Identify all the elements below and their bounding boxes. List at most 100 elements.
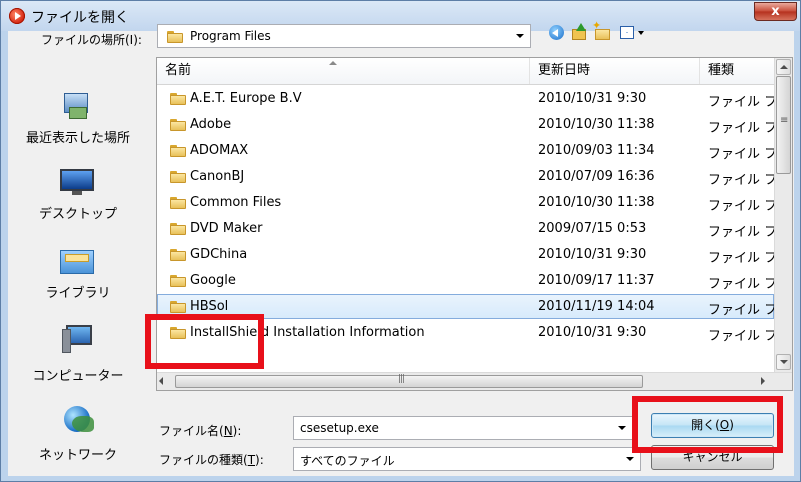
file-type: ファイル フ — [708, 329, 774, 344]
folder-icon — [170, 326, 186, 339]
computer-icon — [60, 323, 94, 357]
file-type: ファイル フ — [708, 199, 774, 214]
folder-icon — [170, 118, 186, 131]
chevron-down-icon — [516, 34, 524, 38]
place-network[interactable]: ネットワーク — [8, 392, 148, 472]
close-button[interactable]: x — [754, 2, 797, 21]
file-name-label: ファイル名(N): — [159, 424, 242, 438]
file-date: 2010/11/19 14:04 — [538, 299, 655, 314]
file-row[interactable]: InstallShield Installation Information 2… — [157, 320, 774, 345]
places-bar: 最近表示した場所 デスクトップ ライブラリ コンピューター ネットワーク — [8, 75, 148, 465]
chevron-down-icon — [626, 457, 634, 461]
folder-icon — [167, 30, 183, 43]
up-folder-icon[interactable] — [570, 23, 590, 43]
file-name: InstallShield Installation Information — [190, 325, 425, 340]
look-in-dropdown[interactable]: Program Files — [157, 24, 531, 48]
folder-icon — [170, 92, 186, 105]
open-button[interactable]: 開く(O) — [651, 413, 774, 438]
app-icon — [9, 8, 25, 24]
sort-ascending-icon — [329, 61, 337, 65]
vertical-scrollbar[interactable] — [774, 58, 792, 372]
file-type-label: ファイルの種類(T): — [159, 453, 264, 467]
file-date: 2010/10/31 9:30 — [538, 91, 647, 106]
place-recent[interactable]: 最近表示した場所 — [8, 75, 148, 155]
recent-places-icon — [60, 89, 94, 123]
scroll-right-icon[interactable] — [761, 377, 765, 385]
libraries-icon — [60, 244, 94, 278]
view-menu-icon[interactable] — [618, 23, 648, 43]
place-libraries[interactable]: ライブラリ — [8, 230, 148, 310]
column-header-bar: 名前 更新日時 種類 — [157, 58, 774, 85]
file-name: A.E.T. Europe B.V — [190, 91, 302, 106]
file-date: 2010/10/30 11:38 — [538, 117, 655, 132]
file-date: 2010/10/31 9:30 — [538, 247, 647, 262]
file-name-value: csesetup.exe — [300, 421, 379, 435]
file-type-select[interactable]: すべてのファイル — [293, 447, 641, 471]
file-date: 2010/10/31 9:30 — [538, 325, 647, 340]
file-row[interactable]: DVD Maker 2009/07/15 0:53 ファイル フ — [157, 216, 774, 241]
place-computer[interactable]: コンピューター — [8, 313, 148, 393]
file-name-input[interactable]: csesetup.exe — [293, 416, 633, 440]
chevron-down-icon[interactable] — [618, 426, 626, 430]
file-type: ファイル フ — [708, 277, 774, 292]
vertical-scroll-thumb[interactable] — [776, 76, 791, 174]
look-in-label: ファイルの場所(I): — [41, 33, 142, 47]
file-type: ファイル フ — [708, 303, 774, 318]
folder-icon — [170, 274, 186, 287]
cancel-button[interactable]: キャンセル — [651, 445, 774, 470]
file-row[interactable]: A.E.T. Europe B.V 2010/10/31 9:30 ファイル フ — [157, 86, 774, 111]
column-date-label: 更新日時 — [538, 63, 591, 78]
column-header-type[interactable]: 種類 — [700, 58, 774, 84]
file-row[interactable]: Common Files 2010/10/30 11:38 ファイル フ — [157, 190, 774, 215]
file-name: HBSol — [190, 299, 229, 314]
file-row[interactable]: Adobe 2010/10/30 11:38 ファイル フ — [157, 112, 774, 137]
back-icon[interactable] — [547, 23, 567, 43]
file-type-value: すべてのファイル — [300, 454, 395, 468]
column-type-label: 種類 — [708, 63, 735, 78]
file-name: CanonBJ — [190, 169, 245, 184]
file-name: ADOMAX — [190, 143, 249, 158]
folder-icon — [170, 222, 186, 235]
scroll-up-icon[interactable] — [776, 59, 791, 75]
file-date: 2010/09/03 11:34 — [538, 143, 655, 158]
column-header-name[interactable]: 名前 — [157, 58, 530, 84]
window-title: ファイルを開く — [31, 10, 129, 26]
file-name: DVD Maker — [190, 221, 263, 236]
column-name-label: 名前 — [165, 63, 192, 78]
horizontal-scroll-thumb[interactable] — [175, 374, 643, 388]
folder-icon — [170, 170, 186, 183]
file-name: Google — [190, 273, 236, 288]
file-row[interactable]: ADOMAX 2010/09/03 11:34 ファイル フ — [157, 138, 774, 163]
file-row[interactable]: CanonBJ 2010/07/09 16:36 ファイル フ — [157, 164, 774, 189]
file-list[interactable]: 名前 更新日時 種類 A.E.T. Europe B.V 2010/10/31 … — [156, 57, 793, 391]
folder-icon — [170, 144, 186, 157]
folder-icon — [170, 248, 186, 261]
file-row[interactable]: Google 2010/09/17 11:37 ファイル フ — [157, 268, 774, 293]
place-label: 最近表示した場所 — [25, 131, 130, 146]
file-date: 2010/09/17 11:37 — [538, 273, 655, 288]
horizontal-scrollbar[interactable] — [157, 372, 792, 390]
desktop-icon — [60, 165, 94, 199]
place-label: ライブラリ — [45, 286, 111, 301]
new-folder-icon[interactable] — [592, 19, 613, 43]
open-file-dialog: ファイルを開く x ファイルの場所(I): Program Files 最近表示… — [0, 0, 801, 482]
look-in-value: Program Files — [190, 29, 271, 43]
column-header-date[interactable]: 更新日時 — [530, 58, 700, 84]
file-row-selected[interactable]: HBSol 2010/11/19 14:04 ファイル フ — [157, 294, 774, 319]
file-row[interactable]: GDChina 2010/10/31 9:30 ファイル フ — [157, 242, 774, 267]
file-date: 2010/07/09 16:36 — [538, 169, 655, 184]
file-name: GDChina — [190, 247, 248, 262]
file-type: ファイル フ — [708, 225, 774, 240]
network-icon — [60, 404, 94, 438]
place-label: ネットワーク — [38, 448, 117, 463]
file-type: ファイル フ — [708, 173, 774, 188]
scroll-down-icon[interactable] — [776, 354, 791, 370]
file-name: Adobe — [190, 117, 232, 132]
file-date: 2009/07/15 0:53 — [538, 221, 647, 236]
folder-icon — [170, 300, 186, 313]
file-date: 2010/10/30 11:38 — [538, 195, 655, 210]
place-label: デスクトップ — [38, 207, 117, 222]
place-desktop[interactable]: デスクトップ — [8, 151, 148, 231]
scroll-left-icon[interactable] — [159, 377, 163, 385]
file-name: Common Files — [190, 195, 282, 210]
